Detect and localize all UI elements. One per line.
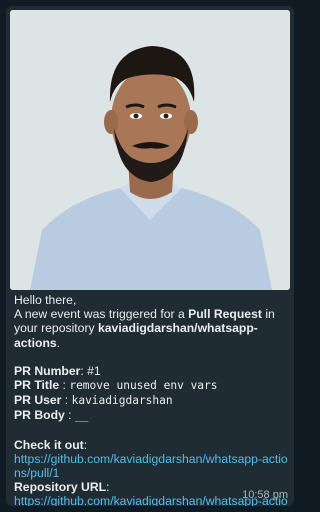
pr-user-value: kaviadigdarshan bbox=[71, 394, 173, 408]
pr-body-line: PR Body : __ bbox=[14, 408, 288, 423]
portrait-image bbox=[10, 10, 290, 290]
check-colon: : bbox=[83, 437, 88, 452]
pr-number-line: PR Number: #1 bbox=[14, 364, 288, 378]
pr-number-value: : #1 bbox=[80, 363, 101, 378]
pr-title-line: PR Title : remove unused env vars bbox=[14, 378, 288, 393]
pr-user-line: PR User : kaviadigdarshan bbox=[14, 393, 288, 408]
pr-user-label: PR User bbox=[14, 393, 62, 408]
pr-title-value: remove unused env vars bbox=[69, 379, 218, 393]
intro-before: A new event was triggered for a bbox=[14, 307, 189, 322]
pr-body-label: PR Body bbox=[14, 408, 65, 423]
intro-end: . bbox=[56, 335, 61, 350]
check-it-out-label: Check it out bbox=[14, 437, 84, 452]
message-timestamp: 10:58 pm bbox=[242, 489, 288, 501]
message-bubble[interactable]: Hello there, A new event was triggered f… bbox=[6, 6, 294, 506]
pr-body-value: __ bbox=[74, 409, 89, 423]
message-text: Hello there, A new event was triggered f… bbox=[14, 293, 288, 506]
pr-body-sep: : bbox=[64, 408, 75, 423]
check-it-out-line: Check it out: bbox=[14, 438, 288, 452]
pr-user-sep: : bbox=[61, 393, 72, 408]
profile-photo[interactable] bbox=[10, 10, 290, 290]
pr-url-link[interactable]: https://github.com/kaviadigdarshan/whats… bbox=[14, 452, 288, 480]
event-type: Pull Request bbox=[188, 307, 262, 322]
pr-title-sep: : bbox=[59, 378, 70, 393]
greeting: Hello there, bbox=[14, 293, 77, 307]
pr-title-label: PR Title bbox=[14, 378, 60, 393]
pr-number-label: PR Number bbox=[14, 363, 81, 378]
repository-url-label: Repository URL bbox=[14, 480, 107, 495]
repo-url-colon: : bbox=[106, 480, 110, 495]
intro-text: A new event was triggered for a Pull Req… bbox=[14, 307, 288, 350]
